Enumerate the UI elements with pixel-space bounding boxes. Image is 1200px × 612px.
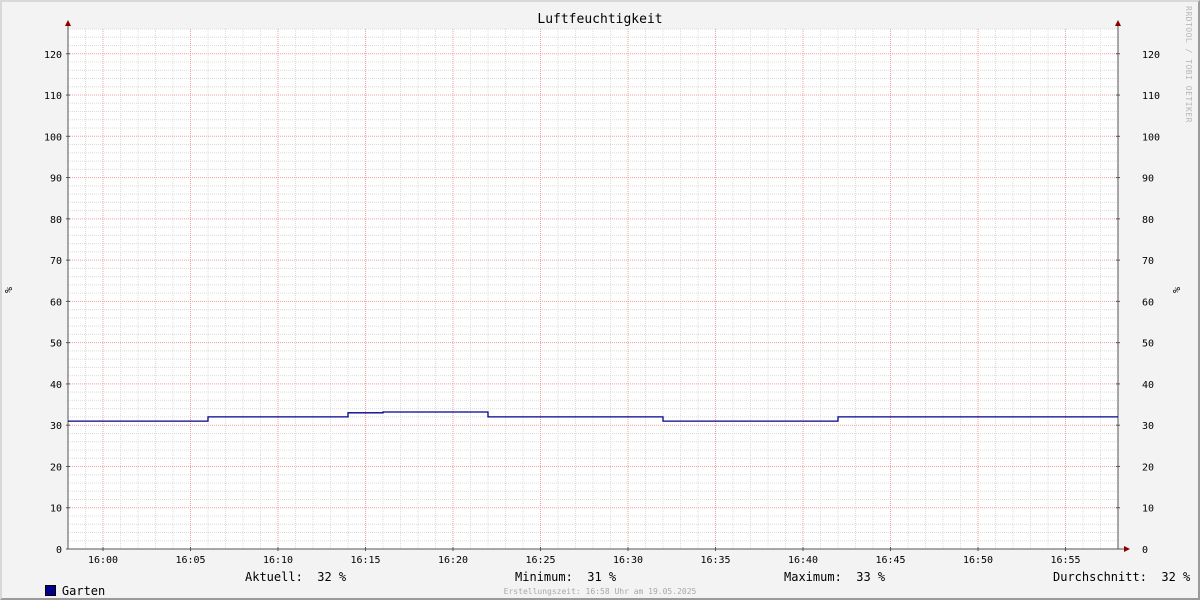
y-tick-label-right: 110 <box>1142 91 1160 102</box>
x-tick-label: 16:35 <box>700 555 730 566</box>
y-tick-label-left: 70 <box>50 256 62 267</box>
y-tick-label-right: 70 <box>1142 256 1154 267</box>
x-tick-label: 16:40 <box>788 555 818 566</box>
y-tick-label-right: 0 <box>1142 545 1148 556</box>
chart-canvas: 0 0 10 10 20 20 30 30 40 40 50 50 60 60 70 70 80 80 90 90 10… <box>4 20 1183 566</box>
legend-durchschnitt: Durchschnitt: 32 % <box>1053 570 1191 584</box>
creation-time: Erstellungszeit: 16:58 Uhr am 19.05.2025 <box>503 587 697 596</box>
y-tick-label-left: 110 <box>44 91 62 102</box>
legend-maximum: Maximum: 33 % <box>784 570 886 584</box>
y-tick-label-right: 10 <box>1142 504 1154 515</box>
x-axis-arrow <box>1124 546 1130 552</box>
y-tick-label-right: 80 <box>1142 215 1154 226</box>
y-tick-label-right: 100 <box>1142 132 1160 143</box>
legend-minimum: Minimum: 31 % <box>515 570 617 584</box>
y-axis-label-right: % <box>1172 287 1183 293</box>
y-tick-label-right: 60 <box>1142 297 1154 308</box>
y-tick-label-right: 50 <box>1142 339 1154 350</box>
x-tick-label: 16:55 <box>1050 555 1080 566</box>
y-tick-label-right: 120 <box>1142 50 1160 61</box>
y-axis-label-left: % <box>4 287 15 293</box>
x-tick-label: 16:30 <box>613 555 643 566</box>
y-tick-label-right: 30 <box>1142 421 1154 432</box>
x-tick-label: 16:25 <box>525 555 555 566</box>
y-tick-label-left: 90 <box>50 174 62 185</box>
chart-frame: 0 0 10 10 20 20 30 30 40 40 50 50 60 60 70 70 80 80 90 90 10… <box>0 0 1200 600</box>
x-tick-label: 16:50 <box>963 555 993 566</box>
x-tick-label: 16:45 <box>875 555 905 566</box>
y-tick-label-left: 80 <box>50 215 62 226</box>
y-tick-label-left: 60 <box>50 297 62 308</box>
y-tick-label-right: 90 <box>1142 174 1154 185</box>
y-tick-label-left: 120 <box>44 50 62 61</box>
y-tick-label-right: 20 <box>1142 462 1154 473</box>
x-tick-label: 16:20 <box>438 555 468 566</box>
legend-aktuell: Aktuell: 32 % <box>245 570 347 584</box>
x-tick-label: 16:05 <box>175 555 205 566</box>
y-tick-label-left: 50 <box>50 339 62 350</box>
chart-title: Luftfeuchtigkeit <box>537 12 663 27</box>
x-tick-label: 16:15 <box>350 555 380 566</box>
y-tick-label-right: 40 <box>1142 380 1154 391</box>
y-tick-label-left: 30 <box>50 421 62 432</box>
rrdtool-watermark: RRDTOOL / TOBI OETIKER <box>1184 6 1193 123</box>
y-tick-label-left: 20 <box>50 462 62 473</box>
y-tick-label-left: 0 <box>56 545 62 556</box>
x-tick-label: 16:10 <box>263 555 293 566</box>
y-tick-label-left: 10 <box>50 504 62 515</box>
x-tick-label: 16:00 <box>88 555 118 566</box>
y-tick-label-left: 40 <box>50 380 62 391</box>
y-tick-label-left: 100 <box>44 132 62 143</box>
